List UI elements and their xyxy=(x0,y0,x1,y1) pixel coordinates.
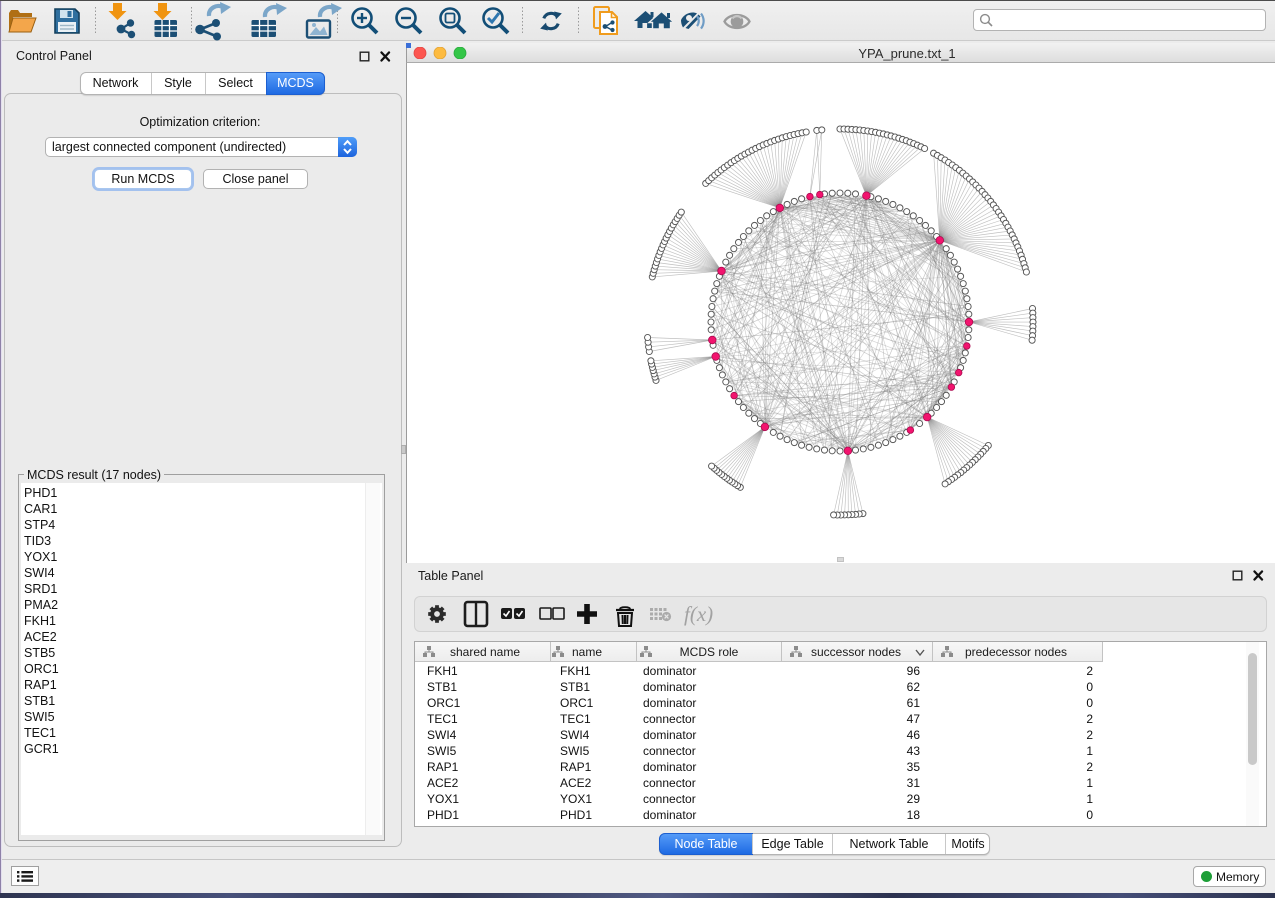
svg-text:RAP1: RAP1 xyxy=(560,760,592,774)
svg-text:SWI4: SWI4 xyxy=(427,728,457,742)
svg-text:MCDS role: MCDS role xyxy=(680,645,739,659)
svg-text:RAP1: RAP1 xyxy=(427,760,459,774)
svg-text:18: 18 xyxy=(907,808,921,822)
svg-text:dominator: dominator xyxy=(643,808,696,822)
svg-text:dominator: dominator xyxy=(643,728,696,742)
svg-text:35: 35 xyxy=(907,760,921,774)
svg-text:dominator: dominator xyxy=(643,760,696,774)
svg-text:dominator: dominator xyxy=(643,664,696,678)
svg-text:2: 2 xyxy=(1086,712,1093,726)
svg-text:STB1: STB1 xyxy=(560,680,590,694)
svg-text:43: 43 xyxy=(907,744,921,758)
svg-text:YOX1: YOX1 xyxy=(560,792,592,806)
svg-text:connector: connector xyxy=(643,776,696,790)
svg-text:connector: connector xyxy=(643,792,696,806)
svg-text:1: 1 xyxy=(1086,776,1093,790)
svg-text:2: 2 xyxy=(1086,728,1093,742)
svg-text:ORC1: ORC1 xyxy=(427,696,461,710)
svg-text:0: 0 xyxy=(1086,808,1093,822)
svg-text:ORC1: ORC1 xyxy=(560,696,594,710)
svg-text:0: 0 xyxy=(1086,680,1093,694)
svg-text:46: 46 xyxy=(907,728,921,742)
svg-text:STB1: STB1 xyxy=(427,680,457,694)
svg-text:FKH1: FKH1 xyxy=(427,664,458,678)
svg-text:name: name xyxy=(572,645,602,659)
svg-text:connector: connector xyxy=(643,744,696,758)
svg-text:2: 2 xyxy=(1086,664,1093,678)
svg-text:YOX1: YOX1 xyxy=(427,792,459,806)
svg-text:successor nodes: successor nodes xyxy=(811,645,901,659)
svg-text:SWI5: SWI5 xyxy=(560,744,590,758)
svg-text:31: 31 xyxy=(907,776,921,790)
svg-text:TEC1: TEC1 xyxy=(560,712,591,726)
svg-text:2: 2 xyxy=(1086,760,1093,774)
svg-text:SWI4: SWI4 xyxy=(560,728,590,742)
svg-text:dominator: dominator xyxy=(643,680,696,694)
svg-text:connector: connector xyxy=(643,712,696,726)
svg-text:dominator: dominator xyxy=(643,696,696,710)
svg-text:96: 96 xyxy=(907,664,921,678)
svg-text:predecessor nodes: predecessor nodes xyxy=(965,645,1067,659)
svg-text:0: 0 xyxy=(1086,696,1093,710)
svg-text:SWI5: SWI5 xyxy=(427,744,457,758)
svg-text:47: 47 xyxy=(907,712,921,726)
svg-text:PHD1: PHD1 xyxy=(560,808,592,822)
svg-text:shared name: shared name xyxy=(450,645,520,659)
svg-text:ACE2: ACE2 xyxy=(560,776,592,790)
svg-text:PHD1: PHD1 xyxy=(427,808,459,822)
svg-text:FKH1: FKH1 xyxy=(560,664,591,678)
svg-text:1: 1 xyxy=(1086,792,1093,806)
svg-text:61: 61 xyxy=(907,696,921,710)
svg-text:f(x): f(x) xyxy=(684,602,713,626)
svg-text:TEC1: TEC1 xyxy=(427,712,458,726)
svg-text:ACE2: ACE2 xyxy=(427,776,459,790)
svg-text:29: 29 xyxy=(907,792,921,806)
svg-text:1: 1 xyxy=(1086,744,1093,758)
svg-text:62: 62 xyxy=(907,680,921,694)
